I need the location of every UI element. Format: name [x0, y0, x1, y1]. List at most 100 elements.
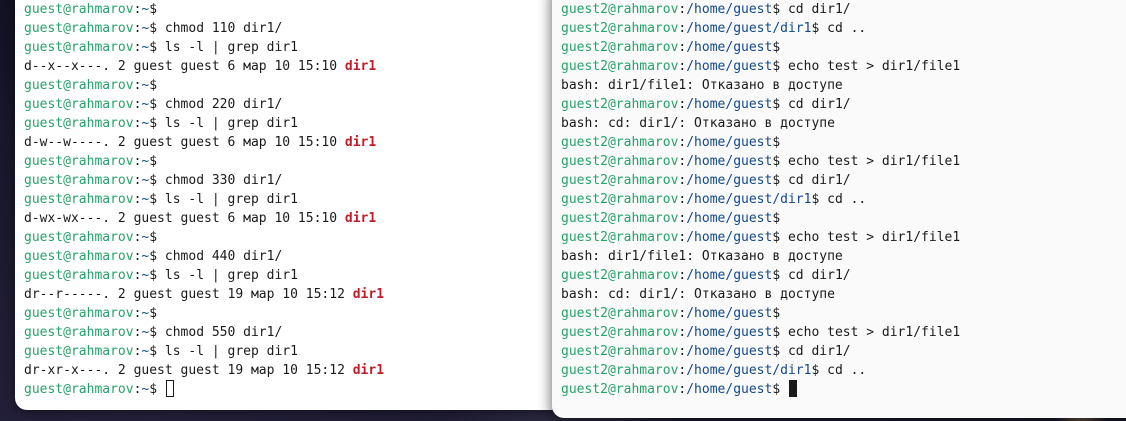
- prompt-path: /home/guest: [686, 40, 773, 55]
- prompt-user: guest2@rahmarov: [561, 325, 679, 340]
- command-text: chmod 550 dir1/: [164, 325, 283, 340]
- prompt-dollar: $: [811, 21, 828, 36]
- output-text: bash: cd: dir1/: Отказано в доступе: [561, 116, 835, 131]
- prompt-path: /home/guest: [686, 268, 773, 283]
- prompt-user: guest@rahmarov: [24, 78, 134, 93]
- prompt-path: /home/guest: [686, 230, 773, 245]
- prompt-dollar: $: [149, 173, 165, 188]
- command-text: cd dir1/: [787, 344, 851, 359]
- prompt-user: guest@rahmarov: [24, 306, 134, 321]
- listing-text: d--x--x---. 2 guest guest 6 мар 10 15:10: [24, 59, 345, 74]
- prompt-line: guest2@rahmarov:/home/guest$: [561, 133, 1126, 152]
- prompt-line: guest2@rahmarov:/home/guest$ cd dir1/: [561, 342, 1126, 361]
- prompt-user: guest@rahmarov: [24, 230, 134, 245]
- terminal-window-guest2[interactable]: guest2@rahmarov:/home/guest$ cd dir1/gue…: [552, 0, 1126, 418]
- output-line: bash: cd: dir1/: Отказано в доступе: [561, 114, 1126, 133]
- prompt-dollar: $: [149, 268, 165, 283]
- prompt-dollar: $: [149, 2, 165, 17]
- prompt-line: guest2@rahmarov:/home/guest/dir1$ cd ..: [561, 19, 1126, 38]
- command-text: cd dir1/: [787, 2, 851, 17]
- prompt-path: /home/guest/dir1: [686, 363, 812, 378]
- prompt-user: guest2@rahmarov: [561, 230, 679, 245]
- listing-line: d-wx-wx---. 2 guest guest 6 мар 10 15:10…: [24, 209, 563, 228]
- listing-line: d--x--x---. 2 guest guest 6 мар 10 15:10…: [24, 57, 563, 76]
- prompt-user: guest2@rahmarov: [561, 268, 679, 283]
- prompt-line: guest2@rahmarov:/home/guest$ cd dir1/: [561, 266, 1126, 285]
- prompt-dollar: $: [149, 78, 165, 93]
- prompt-path: /home/guest: [686, 382, 773, 397]
- prompt-dollar: $: [772, 211, 788, 226]
- prompt-dollar: $: [149, 344, 165, 359]
- output-text: bash: dir1/file1: Отказано в доступе: [561, 78, 843, 93]
- prompt-user: guest@rahmarov: [24, 154, 134, 169]
- command-text: ls -l | grep dir1: [164, 40, 298, 55]
- prompt-dollar: $: [772, 135, 788, 150]
- command-text: cd ..: [827, 21, 867, 36]
- prompt-user: guest2@rahmarov: [561, 97, 679, 112]
- command-text: echo test > dir1/file1: [787, 154, 961, 169]
- command-text: ls -l | grep dir1: [164, 116, 298, 131]
- prompt-line: guest2@rahmarov:/home/guest$ echo test >…: [561, 57, 1126, 76]
- prompt-line: guest@rahmarov:~$ ls -l | grep dir1: [24, 38, 563, 57]
- terminal-window-guest[interactable]: guest@rahmarov:~$ guest@rahmarov:~$ chmo…: [15, 0, 563, 410]
- prompt-user: guest@rahmarov: [24, 325, 134, 340]
- prompt-line: guest2@rahmarov:/home/guest/dir1$ cd ..: [561, 190, 1126, 209]
- command-text: echo test > dir1/file1: [787, 230, 961, 245]
- prompt-dollar: $: [772, 173, 788, 188]
- prompt-user: guest2@rahmarov: [561, 173, 679, 188]
- prompt-path: /home/guest: [686, 306, 773, 321]
- prompt-path: /home/guest: [686, 2, 773, 17]
- prompt-dollar: $: [772, 59, 788, 74]
- prompt-dollar: $: [149, 325, 165, 340]
- listing-text: dr--r-----. 2 guest guest 19 мар 10 15:1…: [24, 287, 353, 302]
- prompt-line: guest2@rahmarov:/home/guest$: [561, 380, 1126, 399]
- prompt-user: guest2@rahmarov: [561, 59, 679, 74]
- prompt-user: guest@rahmarov: [24, 192, 134, 207]
- prompt-user: guest2@rahmarov: [561, 211, 679, 226]
- prompt-dollar: $: [149, 306, 165, 321]
- prompt-dollar: $: [149, 192, 165, 207]
- prompt-line: guest@rahmarov:~$ chmod 550 dir1/: [24, 323, 563, 342]
- prompt-user: guest2@rahmarov: [561, 306, 679, 321]
- prompt-dollar: $: [149, 154, 165, 169]
- listing-dir-name: dir1: [344, 59, 377, 74]
- prompt-user: guest@rahmarov: [24, 21, 134, 36]
- prompt-user: guest2@rahmarov: [561, 192, 679, 207]
- command-text: cd dir1/: [787, 268, 851, 283]
- prompt-dollar: $: [149, 382, 165, 397]
- prompt-line: guest@rahmarov:~$: [24, 304, 563, 323]
- prompt-dollar: $: [772, 382, 788, 397]
- prompt-path: /home/guest/dir1: [686, 21, 812, 36]
- prompt-path: /home/guest: [686, 135, 773, 150]
- prompt-line: guest2@rahmarov:/home/guest$ cd dir1/: [561, 95, 1126, 114]
- output-text: bash: cd: dir1/: Отказано в доступе: [561, 287, 835, 302]
- prompt-line: guest2@rahmarov:/home/guest$: [561, 304, 1126, 323]
- prompt-path: /home/guest: [686, 173, 773, 188]
- text-cursor: [788, 380, 797, 397]
- command-text: ls -l | grep dir1: [164, 192, 298, 207]
- prompt-dollar: $: [149, 40, 165, 55]
- prompt-line: guest@rahmarov:~$ ls -l | grep dir1: [24, 114, 563, 133]
- prompt-user: guest@rahmarov: [24, 2, 134, 17]
- command-text: chmod 440 dir1/: [164, 249, 283, 264]
- listing-dir-name: dir1: [352, 287, 385, 302]
- command-text: cd dir1/: [787, 173, 851, 188]
- prompt-user: guest2@rahmarov: [561, 154, 679, 169]
- prompt-line: guest@rahmarov:~$ chmod 440 dir1/: [24, 247, 563, 266]
- prompt-line: guest2@rahmarov:/home/guest$ echo test >…: [561, 323, 1126, 342]
- prompt-line: guest@rahmarov:~$: [24, 380, 563, 399]
- prompt-path: /home/guest: [686, 325, 773, 340]
- prompt-line: guest@rahmarov:~$ ls -l | grep dir1: [24, 190, 563, 209]
- prompt-line: guest@rahmarov:~$ chmod 330 dir1/: [24, 171, 563, 190]
- command-text: cd dir1/: [787, 97, 851, 112]
- prompt-user: guest2@rahmarov: [561, 2, 679, 17]
- prompt-line: guest2@rahmarov:/home/guest$ echo test >…: [561, 152, 1126, 171]
- text-cursor: [165, 380, 174, 397]
- prompt-line: guest2@rahmarov:/home/guest$: [561, 38, 1126, 57]
- prompt-dollar: $: [811, 363, 828, 378]
- listing-dir-name: dir1: [352, 363, 385, 378]
- prompt-user: guest@rahmarov: [24, 382, 134, 397]
- prompt-line: guest@rahmarov:~$: [24, 152, 563, 171]
- prompt-line: guest2@rahmarov:/home/guest$: [561, 209, 1126, 228]
- command-text: echo test > dir1/file1: [787, 59, 961, 74]
